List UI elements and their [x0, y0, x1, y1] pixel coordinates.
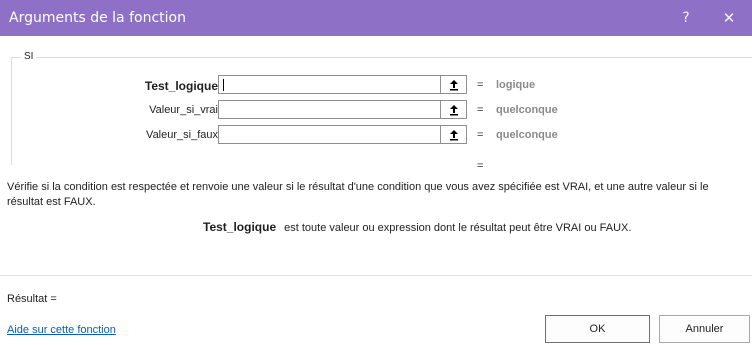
overall-eq-sign: = — [477, 160, 484, 172]
arg-result-test-logique: logique — [496, 79, 536, 91]
close-button[interactable]: ✕ — [711, 0, 747, 36]
arg-result-valeur-si-vrai: quelconque — [496, 104, 558, 116]
up-arrow-icon — [449, 79, 458, 90]
function-name-label: SI — [21, 51, 37, 62]
ok-button[interactable]: OK — [545, 315, 650, 343]
dialog-title: Arguments de la fonction — [9, 10, 186, 26]
help-button[interactable]: ? — [668, 0, 704, 36]
argument-description: Test_logique est toute valeur ou expressi… — [203, 220, 631, 234]
argument-description-name: Test_logique — [203, 220, 277, 234]
function-description: Vérifie si la condition est respectée et… — [7, 181, 709, 208]
arg-label-valeur-si-faux: Valeur_si_faux — [146, 129, 218, 141]
up-arrow-icon — [449, 104, 458, 115]
title-bar: Arguments de la fonction ? ✕ — [0, 0, 752, 36]
valeur-si-faux-ref-button[interactable] — [441, 125, 467, 144]
test-logique-input[interactable] — [218, 75, 441, 94]
help-link[interactable]: Aide sur cette fonction — [7, 324, 116, 336]
result-label: Résultat = — [7, 293, 57, 305]
eq-sign: = — [477, 104, 484, 116]
argument-description-text: est toute valeur ou expression dont le r… — [284, 222, 632, 234]
arg-result-valeur-si-faux: quelconque — [496, 129, 558, 141]
arg-label-valeur-si-vrai: Valeur_si_vrai — [149, 104, 218, 116]
text-caret — [223, 79, 224, 91]
valeur-si-vrai-input[interactable] — [218, 100, 441, 119]
valeur-si-faux-input[interactable] — [218, 125, 441, 144]
valeur-si-vrai-ref-button[interactable] — [441, 100, 467, 119]
arg-label-test-logique: Test_logique — [144, 79, 218, 93]
eq-sign: = — [477, 79, 484, 91]
up-arrow-icon — [449, 129, 458, 140]
divider — [0, 275, 752, 276]
cancel-button[interactable]: Annuler — [659, 315, 750, 343]
eq-sign: = — [477, 129, 484, 141]
test-logique-ref-button[interactable] — [441, 75, 467, 94]
